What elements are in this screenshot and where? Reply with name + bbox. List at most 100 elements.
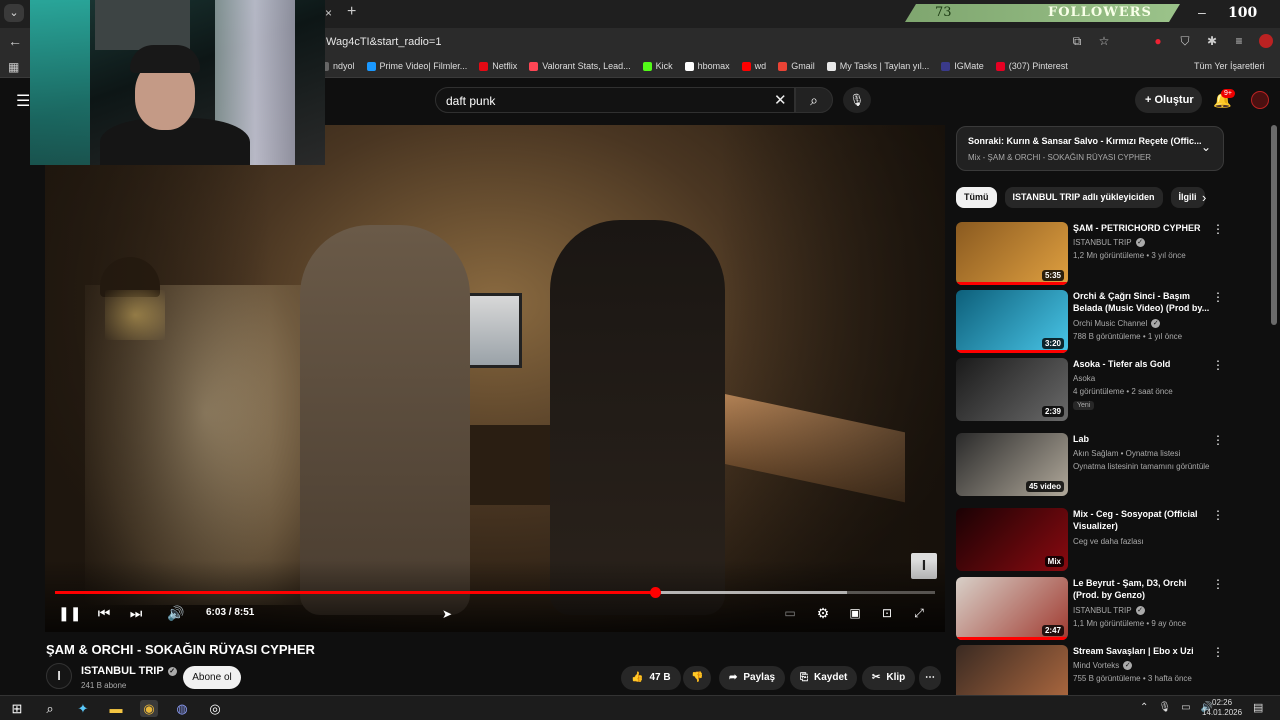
channel-avatar[interactable]: I [46, 663, 72, 689]
up-next-card[interactable]: Sonraki: Kurın & Sansar Salvo - Kırmızı … [956, 126, 1224, 171]
more-options-icon[interactable]: ⋮ [1212, 577, 1224, 591]
video-thumbnail[interactable]: 2:47 [956, 577, 1068, 640]
bookmark-item[interactable]: ndyol [320, 61, 355, 71]
taskbar-clock[interactable]: 02:26 14.01.2026 [1202, 698, 1242, 718]
recommendation-channel[interactable]: Akın Sağlam • Oynatma listesi [1073, 448, 1223, 459]
tab-search-button[interactable]: ⌄ [4, 4, 24, 22]
recommendation-item[interactable]: 5:35 ŞAM - PETRICHORD CYPHER ISTANBUL TRIP… [956, 222, 1226, 286]
bookmark-item[interactable]: Kick [642, 61, 673, 71]
save-button[interactable]: ⎘ Kaydet [790, 666, 858, 690]
recommendation-channel[interactable]: ISTANBUL TRIP ✓ [1073, 605, 1223, 616]
recommendation-item[interactable]: Mix Mix - Ceg - Sosyopat (Official Visual… [956, 508, 1226, 572]
filter-chip[interactable]: Tümü [956, 187, 997, 208]
video-thumbnail[interactable]: 3:20 [956, 290, 1068, 353]
copilot-icon[interactable]: ✦ [74, 700, 92, 717]
voice-search-button[interactable]: 🎙 [843, 87, 871, 113]
recommendation-channel[interactable]: ISTANBUL TRIP ✓ [1073, 237, 1223, 248]
recommendation-channel[interactable]: Mind Vorteks ✓ [1073, 660, 1223, 671]
previous-button[interactable]: ⏮ [95, 603, 113, 623]
video-thumbnail[interactable]: 2:39 [956, 358, 1068, 421]
share-button[interactable]: ➦ Paylaş [719, 666, 786, 690]
account-avatar[interactable] [1251, 91, 1269, 109]
more-options-icon[interactable]: ⋮ [1212, 358, 1224, 372]
clip-button[interactable]: ✂ Klip [862, 666, 916, 690]
recommendation-channel[interactable]: Asoka [1073, 373, 1223, 384]
menu-hamburger-icon[interactable]: ☰ [16, 91, 30, 111]
next-button[interactable]: ⏭ [127, 603, 145, 623]
recommendation-title[interactable]: Lab [1073, 433, 1213, 445]
all-bookmarks-link[interactable]: Tüm Yer İşaretleri [1194, 61, 1265, 71]
bookmark-item[interactable]: Prime Video| Filmler... [366, 61, 467, 71]
reading-list-icon[interactable]: ≡ [1232, 34, 1246, 51]
tab-close-button[interactable]: × [325, 6, 332, 20]
bookmark-item[interactable]: Gmail [778, 61, 815, 71]
url-field[interactable]: Wag4cTI&start_radio=1 [326, 36, 441, 48]
tray-chevron-icon[interactable]: ⌃ [1140, 702, 1148, 713]
video-player[interactable]: I [45, 125, 945, 632]
filter-chip[interactable]: ISTANBUL TRIP adlı yükleyiciden [1004, 187, 1163, 208]
bookmark-star-icon[interactable]: ☆ [1097, 34, 1111, 51]
recommendation-channel[interactable]: Ceg ve daha fazlası [1073, 536, 1223, 547]
extensions-puzzle-icon[interactable]: ✱ [1205, 34, 1219, 51]
bookmark-item[interactable]: (307) Pinterest [995, 61, 1068, 71]
subscribe-button[interactable]: Abone ol [183, 666, 241, 689]
discord-icon[interactable]: ◍ [173, 700, 191, 717]
recommendation-channel[interactable]: Orchi Music Channel ✓ [1073, 318, 1223, 329]
settings-button[interactable]: ⚙ [813, 603, 833, 623]
bookmark-item[interactable]: My Tasks | Taylan yıl... [826, 61, 929, 71]
extension-icon[interactable]: ● [1151, 34, 1165, 51]
recommendation-title[interactable]: Stream Savaşları | Ebo x Uzi [1073, 645, 1213, 657]
like-button[interactable]: 👍 47 B [621, 666, 681, 690]
more-options-icon[interactable]: ⋮ [1212, 433, 1224, 447]
chrome-icon[interactable]: ◉ [140, 700, 158, 717]
recommendation-item[interactable]: 3:20 Orchi & Çağrı Sinci - Başım Belada (… [956, 290, 1226, 354]
search-input[interactable]: daft punk ✕ [435, 87, 795, 113]
recommendation-title[interactable]: ŞAM - PETRICHORD CYPHER [1073, 222, 1213, 234]
page-scrollbar[interactable] [1271, 125, 1277, 325]
taskbar-search-icon[interactable]: ⌕ [41, 700, 59, 717]
recommendation-title[interactable]: Le Beyrut - Şam, D3, Orchi (Prod. by Gen… [1073, 577, 1213, 601]
search-button[interactable]: ⌕ [795, 87, 833, 113]
volume-button[interactable]: 🔊 [166, 603, 186, 623]
clear-search-icon[interactable]: ✕ [774, 91, 787, 109]
bookmark-item[interactable]: IGMate [941, 61, 984, 71]
notification-center-icon[interactable]: ▤ [1253, 701, 1263, 714]
new-tab-button[interactable]: + [347, 3, 356, 21]
video-thumbnail[interactable]: 5:35 [956, 222, 1068, 285]
more-options-icon[interactable]: ⋮ [1212, 508, 1224, 522]
windows-start-icon[interactable]: ⊞ [8, 700, 26, 717]
bookmark-item[interactable]: wd [741, 61, 766, 71]
video-thumbnail[interactable]: Mix [956, 508, 1068, 571]
apps-grid-icon[interactable]: ▦ [8, 60, 19, 74]
mic-tray-icon[interactable]: 🎙 [1158, 702, 1171, 713]
cast-button[interactable]: ⊡ [877, 603, 897, 623]
more-options-icon[interactable]: ⋮ [1212, 290, 1224, 304]
install-app-icon[interactable]: ⧉ [1070, 34, 1084, 51]
chevron-down-icon[interactable]: ⌄ [1201, 140, 1211, 154]
more-options-icon[interactable]: ⋮ [1212, 645, 1224, 659]
filter-chip[interactable]: İlgili [1170, 187, 1205, 208]
recommendation-title[interactable]: Orchi & Çağrı Sinci - Başım Belada (Musi… [1073, 290, 1213, 314]
create-button[interactable]: + Oluştur [1135, 87, 1202, 113]
obs-icon[interactable]: ◎ [206, 700, 224, 717]
chevron-right-icon[interactable]: › [1202, 190, 1206, 205]
bookmark-item[interactable]: Netflix [479, 61, 517, 71]
recommendation-title[interactable]: Asoka - Tiefer als Gold [1073, 358, 1213, 370]
recommendation-item[interactable]: 2:47 Le Beyrut - Şam, D3, Orchi (Prod. by… [956, 577, 1226, 641]
pause-button[interactable]: ❚❚ [58, 603, 81, 623]
recommendation-item[interactable]: 2:39 Asoka - Tiefer als Gold Asoka 4 görünt… [956, 358, 1226, 422]
subtitles-button[interactable]: ▭ [780, 603, 800, 623]
file-explorer-icon[interactable]: ▬ [107, 700, 125, 717]
shield-icon[interactable]: ⛉ [1178, 34, 1192, 51]
recommendation-title[interactable]: Mix - Ceg - Sosyopat (Official Visualize… [1073, 508, 1213, 532]
more-actions-button[interactable]: ⋯ [919, 666, 941, 690]
channel-name-link[interactable]: ISTANBUL TRIP ✓ [81, 665, 177, 677]
video-thumbnail[interactable]: 45 video [956, 433, 1068, 496]
bookmark-item[interactable]: hbomax [684, 61, 730, 71]
miniplayer-button[interactable]: ▣ [845, 603, 865, 623]
network-icon[interactable]: ▭ [1181, 702, 1190, 713]
more-options-icon[interactable]: ⋮ [1212, 222, 1224, 236]
minimize-icon[interactable]: – [1198, 4, 1206, 20]
seek-bar[interactable] [55, 587, 935, 598]
bookmark-item[interactable]: Valorant Stats, Lead... [529, 61, 631, 71]
